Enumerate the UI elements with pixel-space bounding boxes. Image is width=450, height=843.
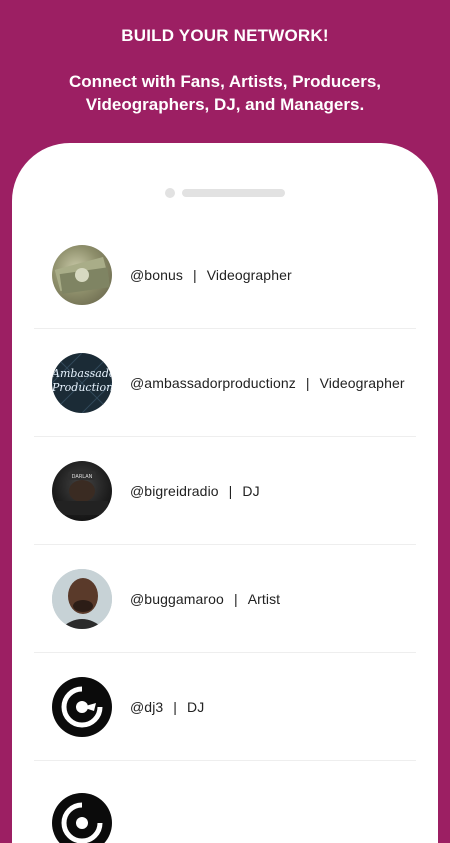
user-entry-text: @bigreidradio | DJ (130, 483, 260, 499)
promo-subtitle-line-1: Connect with Fans, Artists, Producers, (68, 72, 382, 91)
radio-host-avatar: DARLAN (52, 460, 112, 521)
user-role: Videographer (319, 374, 405, 391)
ambassador-logo-avatar: Ambassador Productionz (52, 352, 112, 413)
separator: | (233, 590, 238, 607)
user-handle[interactable]: @dj3 (130, 699, 163, 715)
separator: | (173, 698, 178, 715)
list-item[interactable]: @buggamaroo | Artist (34, 545, 416, 653)
separator: | (305, 374, 310, 391)
phone-speaker-bar (182, 189, 285, 197)
user-role: Videographer (206, 266, 292, 283)
svg-text:DARLAN: DARLAN (72, 474, 93, 480)
dj-logo-avatar (52, 793, 112, 843)
user-handle[interactable]: @bigreidradio (130, 483, 219, 499)
user-entry-text: @dj3 | DJ (130, 699, 204, 715)
user-role: DJ (242, 482, 260, 499)
money-avatar (52, 244, 112, 305)
promo-subtitle: Connect with Fans, Artists, Producers, V… (20, 70, 430, 116)
separator: | (192, 266, 197, 283)
user-handle[interactable]: @buggamaroo (130, 591, 224, 607)
list-item[interactable]: @dj3 | DJ (34, 653, 416, 761)
phone-mockup: @bonus | Videographer Ambassador Productio… (12, 143, 438, 843)
user-handle[interactable]: @bonus (130, 267, 183, 283)
dj-logo-avatar (52, 676, 112, 737)
user-entry-text: @ambassadorproductionz | Videographer (130, 375, 405, 391)
promo-subtitle-line-2: Videographers, DJ, and Managers. (85, 95, 365, 114)
user-role: Artist (247, 590, 281, 607)
separator: | (228, 482, 233, 499)
list-item[interactable]: DARLAN @bigreidradio | DJ (34, 437, 416, 545)
list-item[interactable]: @bonus | Videographer (34, 221, 416, 329)
list-item[interactable]: Ambassador Productionz @ambassadorproduc… (34, 329, 416, 437)
phone-camera-dot (165, 188, 175, 198)
user-role: DJ (187, 698, 205, 715)
user-handle[interactable]: @ambassadorproductionz (130, 375, 296, 391)
user-list: @bonus | Videographer Ambassador Productio… (34, 221, 416, 843)
promo-headline: BUILD YOUR NETWORK! (121, 26, 329, 45)
ambassador-logo-text: Ambassador Productionz (52, 366, 112, 394)
person-avatar (52, 568, 112, 629)
user-entry-text: @buggamaroo | Artist (130, 591, 280, 607)
list-item[interactable] (34, 761, 416, 843)
user-entry-text: @bonus | Videographer (130, 267, 292, 283)
